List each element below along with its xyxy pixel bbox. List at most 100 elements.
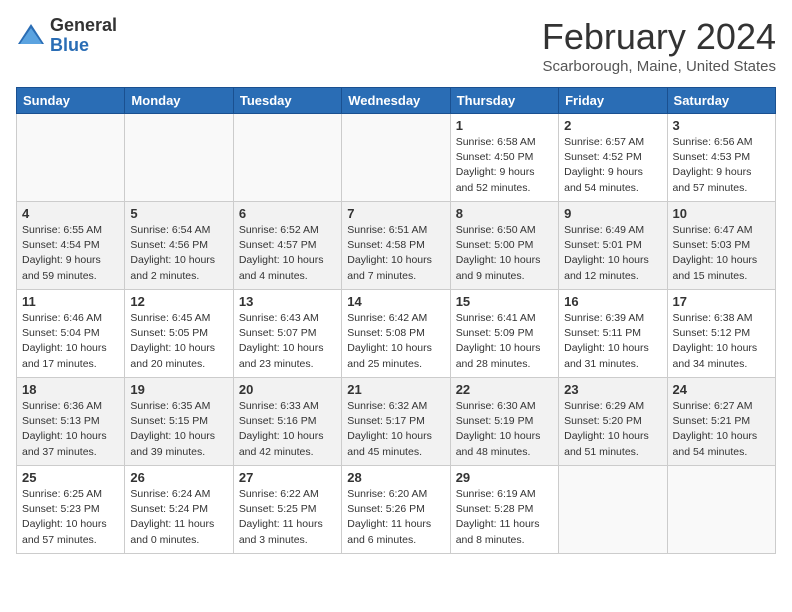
logo-general-text: General — [50, 16, 117, 36]
calendar-cell: 20 Sunrise: 6:33 AMSunset: 5:16 PMDayligh… — [233, 378, 341, 466]
day-info: Sunrise: 6:24 AMSunset: 5:24 PMDaylight:… — [130, 487, 227, 548]
calendar-cell: 22 Sunrise: 6:30 AMSunset: 5:19 PMDayligh… — [450, 378, 558, 466]
day-number: 17 — [673, 294, 770, 309]
day-number: 1 — [456, 118, 553, 133]
calendar-week-4: 25 Sunrise: 6:25 AMSunset: 5:23 PMDayligh… — [17, 466, 776, 554]
calendar-header-saturday: Saturday — [667, 88, 775, 114]
calendar-header-row: SundayMondayTuesdayWednesdayThursdayFrid… — [17, 88, 776, 114]
day-number: 29 — [456, 470, 553, 485]
day-number: 2 — [564, 118, 661, 133]
calendar-cell: 3Sunrise: 6:56 AMSunset: 4:53 PMDaylight… — [667, 114, 775, 202]
day-number: 6 — [239, 206, 336, 221]
month-title: February 2024 — [542, 16, 776, 58]
calendar-cell: 11Sunrise: 6:46 AMSunset: 5:04 PMDayligh… — [17, 290, 125, 378]
day-info: Sunrise: 6:20 AMSunset: 5:26 PMDaylight:… — [347, 487, 444, 548]
calendar-cell: 5 Sunrise: 6:54 AMSunset: 4:56 PMDaylight… — [125, 202, 233, 290]
day-number: 7 — [347, 206, 444, 221]
calendar-cell: 26 Sunrise: 6:24 AMSunset: 5:24 PMDayligh… — [125, 466, 233, 554]
logo-blue-text: Blue — [50, 36, 117, 56]
day-number: 20 — [239, 382, 336, 397]
day-info: Sunrise: 6:49 AMSunset: 5:01 PMDaylight:… — [564, 223, 661, 284]
day-number: 23 — [564, 382, 661, 397]
day-number: 9 — [564, 206, 661, 221]
calendar-cell: 9 Sunrise: 6:49 AMSunset: 5:01 PMDaylight… — [559, 202, 667, 290]
calendar-cell: 18 Sunrise: 6:36 AMSunset: 5:13 PMDayligh… — [17, 378, 125, 466]
day-info: Sunrise: 6:57 AMSunset: 4:52 PMDaylight:… — [564, 135, 661, 196]
day-number: 14 — [347, 294, 444, 309]
calendar-cell: 13 Sunrise: 6:43 AMSunset: 5:07 PMDayligh… — [233, 290, 341, 378]
calendar-cell: 28 Sunrise: 6:20 AMSunset: 5:26 PMDayligh… — [342, 466, 450, 554]
calendar-cell: 24Sunrise: 6:27 AMSunset: 5:21 PMDayligh… — [667, 378, 775, 466]
day-number: 13 — [239, 294, 336, 309]
day-info: Sunrise: 6:52 AMSunset: 4:57 PMDaylight:… — [239, 223, 336, 284]
page-header: General Blue February 2024 Scarborough, … — [16, 16, 776, 75]
calendar-cell — [233, 114, 341, 202]
day-info: Sunrise: 6:51 AMSunset: 4:58 PMDaylight:… — [347, 223, 444, 284]
day-number: 25 — [22, 470, 119, 485]
calendar-cell — [125, 114, 233, 202]
day-number: 18 — [22, 382, 119, 397]
day-number: 4 — [22, 206, 119, 221]
calendar-cell: 23 Sunrise: 6:29 AMSunset: 5:20 PMDayligh… — [559, 378, 667, 466]
calendar-cell — [559, 466, 667, 554]
calendar-cell: 16 Sunrise: 6:39 AMSunset: 5:11 PMDayligh… — [559, 290, 667, 378]
calendar-cell: 12 Sunrise: 6:45 AMSunset: 5:05 PMDayligh… — [125, 290, 233, 378]
day-info: Sunrise: 6:42 AMSunset: 5:08 PMDaylight:… — [347, 311, 444, 372]
day-info: Sunrise: 6:22 AMSunset: 5:25 PMDaylight:… — [239, 487, 336, 548]
logo-icon — [16, 22, 46, 50]
calendar-cell: 27Sunrise: 6:22 AMSunset: 5:25 PMDayligh… — [233, 466, 341, 554]
calendar-header-tuesday: Tuesday — [233, 88, 341, 114]
day-number: 22 — [456, 382, 553, 397]
calendar-cell: 1 Sunrise: 6:58 AMSunset: 4:50 PMDaylight… — [450, 114, 558, 202]
logo: General Blue — [16, 16, 117, 56]
calendar-cell: 7 Sunrise: 6:51 AMSunset: 4:58 PMDaylight… — [342, 202, 450, 290]
calendar-header-monday: Monday — [125, 88, 233, 114]
day-info: Sunrise: 6:35 AMSunset: 5:15 PMDaylight:… — [130, 399, 227, 460]
calendar-table: SundayMondayTuesdayWednesdayThursdayFrid… — [16, 87, 776, 554]
day-number: 5 — [130, 206, 227, 221]
day-info: Sunrise: 6:58 AMSunset: 4:50 PMDaylight:… — [456, 135, 553, 196]
day-info: Sunrise: 6:41 AMSunset: 5:09 PMDaylight:… — [456, 311, 553, 372]
day-info: Sunrise: 6:32 AMSunset: 5:17 PMDaylight:… — [347, 399, 444, 460]
title-block: February 2024 Scarborough, Maine, United… — [542, 16, 776, 75]
day-number: 21 — [347, 382, 444, 397]
day-number: 8 — [456, 206, 553, 221]
day-info: Sunrise: 6:46 AMSunset: 5:04 PMDaylight:… — [22, 311, 119, 372]
day-info: Sunrise: 6:39 AMSunset: 5:11 PMDaylight:… — [564, 311, 661, 372]
calendar-cell: 4 Sunrise: 6:55 AMSunset: 4:54 PMDaylight… — [17, 202, 125, 290]
day-number: 19 — [130, 382, 227, 397]
day-info: Sunrise: 6:43 AMSunset: 5:07 PMDaylight:… — [239, 311, 336, 372]
day-info: Sunrise: 6:47 AMSunset: 5:03 PMDaylight:… — [673, 223, 770, 284]
calendar-cell: 10 Sunrise: 6:47 AMSunset: 5:03 PMDayligh… — [667, 202, 775, 290]
day-info: Sunrise: 6:54 AMSunset: 4:56 PMDaylight:… — [130, 223, 227, 284]
calendar-cell: 29Sunrise: 6:19 AMSunset: 5:28 PMDayligh… — [450, 466, 558, 554]
day-number: 12 — [130, 294, 227, 309]
day-number: 10 — [673, 206, 770, 221]
calendar-cell: 8 Sunrise: 6:50 AMSunset: 5:00 PMDaylight… — [450, 202, 558, 290]
day-number: 16 — [564, 294, 661, 309]
day-number: 24 — [673, 382, 770, 397]
day-info: Sunrise: 6:33 AMSunset: 5:16 PMDaylight:… — [239, 399, 336, 460]
day-number: 3 — [673, 118, 770, 133]
calendar-cell: 21 Sunrise: 6:32 AMSunset: 5:17 PMDayligh… — [342, 378, 450, 466]
location-text: Scarborough, Maine, United States — [542, 58, 776, 75]
calendar-header-wednesday: Wednesday — [342, 88, 450, 114]
calendar-cell: 17 Sunrise: 6:38 AMSunset: 5:12 PMDayligh… — [667, 290, 775, 378]
day-info: Sunrise: 6:36 AMSunset: 5:13 PMDaylight:… — [22, 399, 119, 460]
day-info: Sunrise: 6:50 AMSunset: 5:00 PMDaylight:… — [456, 223, 553, 284]
calendar-week-2: 11Sunrise: 6:46 AMSunset: 5:04 PMDayligh… — [17, 290, 776, 378]
day-info: Sunrise: 6:29 AMSunset: 5:20 PMDaylight:… — [564, 399, 661, 460]
calendar-cell: 6 Sunrise: 6:52 AMSunset: 4:57 PMDaylight… — [233, 202, 341, 290]
calendar-header-friday: Friday — [559, 88, 667, 114]
day-info: Sunrise: 6:30 AMSunset: 5:19 PMDaylight:… — [456, 399, 553, 460]
day-info: Sunrise: 6:55 AMSunset: 4:54 PMDaylight:… — [22, 223, 119, 284]
day-info: Sunrise: 6:45 AMSunset: 5:05 PMDaylight:… — [130, 311, 227, 372]
calendar-cell — [17, 114, 125, 202]
day-info: Sunrise: 6:38 AMSunset: 5:12 PMDaylight:… — [673, 311, 770, 372]
day-number: 26 — [130, 470, 227, 485]
calendar-week-0: 1 Sunrise: 6:58 AMSunset: 4:50 PMDaylight… — [17, 114, 776, 202]
day-number: 28 — [347, 470, 444, 485]
calendar-cell: 2 Sunrise: 6:57 AMSunset: 4:52 PMDaylight… — [559, 114, 667, 202]
calendar-header-thursday: Thursday — [450, 88, 558, 114]
day-info: Sunrise: 6:25 AMSunset: 5:23 PMDaylight:… — [22, 487, 119, 548]
